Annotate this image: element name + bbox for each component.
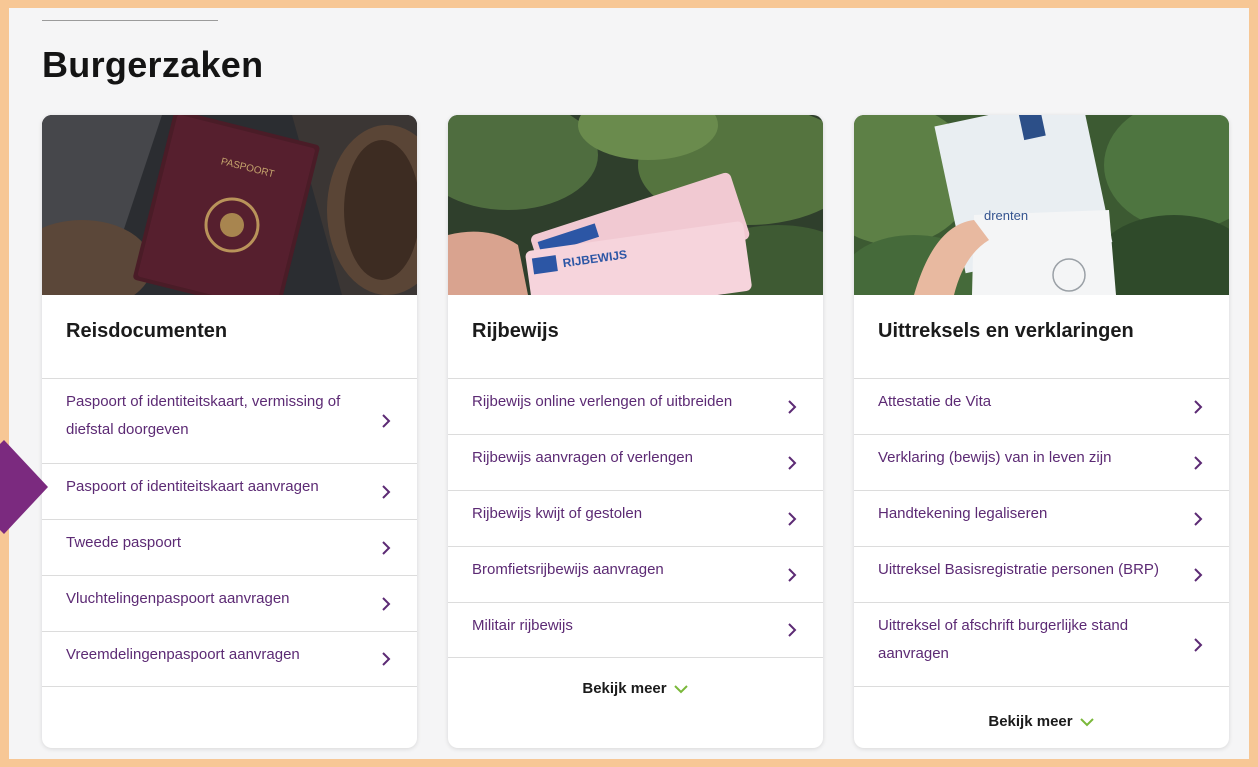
link-item[interactable]: Rijbewijs aanvragen of verlengen [448,434,823,490]
link-item[interactable]: Militair rijbewijs [448,602,823,658]
show-more-button[interactable]: Bekijk meer [854,713,1229,730]
chevron-right-icon [382,540,391,555]
show-more-button[interactable]: Bekijk meer [448,680,823,697]
link-item[interactable]: Rijbewijs online verlengen of uitbreiden [448,378,823,434]
chevron-right-icon [382,652,391,666]
link-item[interactable]: Handtekening legaliseren [854,490,1229,546]
chevron-right-icon [1194,567,1203,582]
link-item[interactable]: Paspoort of identiteitskaart aanvragen [42,463,417,519]
page-title: Burgerzaken [42,44,264,85]
chevron-right-icon [382,414,391,428]
driving-license-photo: RIJBEWIJS [448,115,823,295]
link-item[interactable]: Vluchtelingenpaspoort aanvragen [42,575,417,631]
link-label: Tweede paspoort [66,534,182,551]
link-label: Rijbewijs online verlengen of uitbreiden [472,393,733,410]
link-label: Bromfietsrijbewijs aanvragen [472,561,664,578]
link-item[interactable]: Rijbewijs kwijt of gestolen [448,490,823,546]
card-rijbewijs: RIJBEWIJS Rijbewijs Rijbewijs online ver… [448,115,823,748]
link-list: Attestatie de Vita Verklaring (bewijs) v… [854,378,1229,687]
link-item[interactable]: Paspoort of identiteitskaart, vermissing… [42,378,417,463]
link-item[interactable]: Verklaring (bewijs) van in leven zijn [854,434,1229,490]
link-item[interactable]: Tweede paspoort [42,519,417,575]
chevron-right-icon [382,484,391,499]
chevron-right-icon [1194,455,1203,470]
link-label: Paspoort of identiteitskaart aanvragen [66,478,319,495]
link-item[interactable]: Vreemdelingenpaspoort aanvragen [42,631,417,687]
card-title: Rijbewijs [472,320,559,342]
link-item[interactable]: Attestatie de Vita [854,378,1229,434]
chevron-right-icon [788,511,797,526]
passport-photo: PASPOORT [42,115,417,295]
chevron-right-icon [788,567,797,582]
link-label: Handtekening legaliseren [878,505,1048,522]
link-label: Verklaring (bewijs) van in leven zijn [878,449,1112,466]
envelope-photo: drenten [854,115,1229,295]
card-uittreksels: drenten Uittreksels en verklaringen Atte… [854,115,1229,748]
chevron-right-icon [1194,637,1203,652]
card-reisdocumenten: PASPOORT Reisdocumenten Paspoort of iden… [42,115,417,748]
card-title: Reisdocumenten [66,320,228,342]
envelope-text: drenten [984,208,1028,223]
link-label: Vreemdelingenpaspoort aanvragen [66,646,300,663]
link-label: Uittreksel Basisregistratie personen (BR… [878,561,1159,578]
link-item[interactable]: Uittreksel Basisregistratie personen (BR… [854,546,1229,602]
link-label: Vluchtelingenpaspoort aanvragen [66,590,290,607]
show-more-label: Bekijk meer [582,680,667,697]
link-label: Uittreksel of afschrift burgerlijke stan… [878,617,1129,662]
pointer-arrow-icon [0,440,48,534]
link-list: Paspoort of identiteitskaart, vermissing… [42,378,417,687]
chevron-right-icon [788,623,797,637]
link-label: Attestatie de Vita [878,393,992,410]
chevron-right-icon [788,399,797,414]
chevron-right-icon [382,596,391,611]
link-label: Militair rijbewijs [472,617,573,634]
chevron-right-icon [788,455,797,470]
chevron-down-icon [1079,718,1094,727]
link-item[interactable]: Uittreksel of afschrift burgerlijke stan… [854,602,1229,687]
link-list: Rijbewijs online verlengen of uitbreiden… [448,378,823,658]
card-title: Uittreksels en verklaringen [878,320,1134,342]
chevron-right-icon [1194,399,1203,414]
link-label: Rijbewijs aanvragen of verlengen [472,449,693,466]
chevron-right-icon [1194,511,1203,526]
link-label: Rijbewijs kwijt of gestolen [472,505,643,522]
link-label: Paspoort of identiteitskaart, vermissing… [66,393,341,438]
show-more-label: Bekijk meer [988,713,1073,730]
top-divider [42,20,218,21]
link-item[interactable]: Bromfietsrijbewijs aanvragen [448,546,823,602]
page-frame: Burgerzaken PASPOORT Reisdocumenten Pasp… [9,8,1249,759]
chevron-down-icon [673,685,688,694]
